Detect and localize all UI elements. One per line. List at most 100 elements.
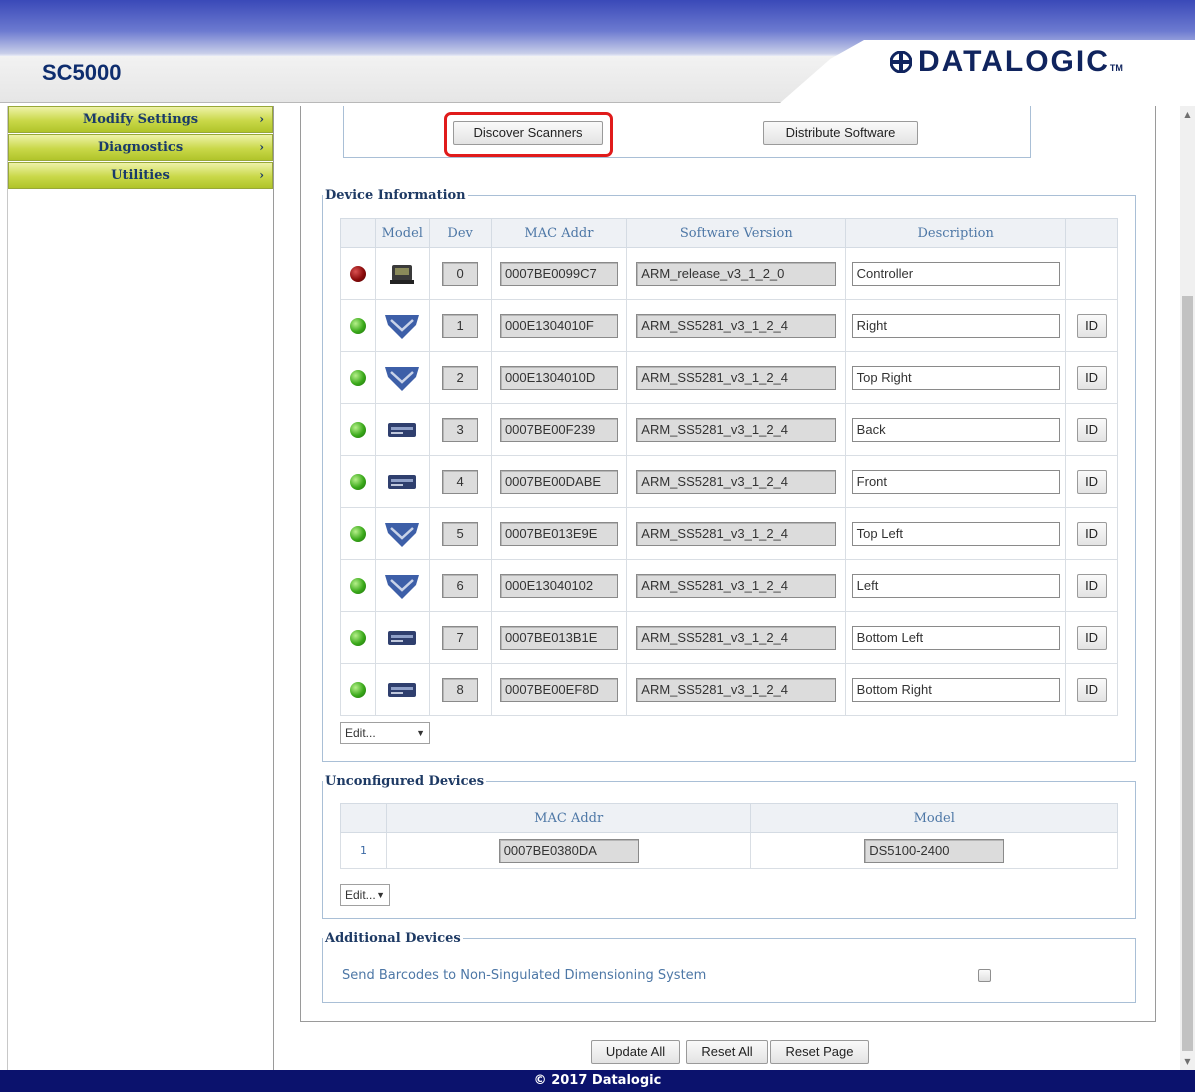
description-input[interactable]: Bottom Right (851, 677, 1060, 702)
col-description: Description (845, 218, 1067, 248)
select-value: Edit... (345, 888, 376, 902)
chevron-right-icon: › (259, 112, 264, 126)
select-value: Edit... (345, 726, 376, 740)
status-indicator-green (349, 369, 366, 386)
reset-all-button[interactable]: Reset All (686, 1040, 768, 1064)
col-id (1065, 218, 1118, 248)
sidebar: Modify Settings › Diagnostics › Utilitie… (7, 106, 274, 1070)
mac-field: 000E13040102 (499, 573, 618, 598)
status-indicator-green (349, 577, 366, 594)
description-input[interactable]: Back (851, 417, 1060, 442)
identify-button[interactable]: ID (1076, 521, 1107, 546)
col-mac: MAC Addr (385, 803, 752, 833)
software-field: ARM_SS5281_v3_1_2_4 (636, 677, 837, 702)
unconfigured-edit-select[interactable]: Edit... ▼ (340, 884, 390, 906)
software-field: ARM_SS5281_v3_1_2_4 (636, 573, 837, 598)
software-field: ARM_SS5281_v3_1_2_4 (636, 313, 837, 338)
send-barcodes-label: Send Barcodes to Non-Singulated Dimensio… (342, 968, 707, 983)
identify-button[interactable]: ID (1076, 365, 1107, 390)
dev-field: 7 (442, 625, 479, 650)
v-scanner-icon (385, 522, 420, 547)
datalogic-mark-icon (890, 51, 912, 73)
table-row: 5 0007BE013E9E ARM_SS5281_v3_1_2_4 Top L… (340, 507, 1118, 560)
dev-field: 3 (442, 417, 479, 442)
sidebar-item-label: Utilities (111, 168, 170, 183)
col-model: Model (374, 218, 430, 248)
brand-logo: DATALOGICTM (890, 45, 1123, 79)
v-scanner-icon (385, 366, 420, 391)
software-field: ARM_SS5281_v3_1_2_4 (636, 625, 837, 650)
description-input[interactable]: Right (851, 313, 1060, 338)
sidebar-item-label: Modify Settings (82, 112, 199, 127)
discover-scanners-button[interactable]: Discover Scanners (453, 121, 603, 145)
status-indicator-green (349, 681, 366, 698)
col-dev: Dev (428, 218, 492, 248)
table-row: 1 0007BE0380DA DS5100-2400 (340, 832, 1118, 869)
identify-button[interactable]: ID (1076, 625, 1107, 650)
chevron-right-icon: › (259, 140, 264, 154)
page-scrollbar[interactable]: ▲ ▼ (1180, 106, 1195, 1070)
box-scanner-icon (388, 422, 417, 437)
dev-field: 2 (442, 365, 479, 390)
description-input[interactable]: Bottom Left (851, 625, 1060, 650)
scroll-up-arrow-icon[interactable]: ▲ (1180, 106, 1195, 123)
section-title: Additional Devices (325, 931, 461, 946)
reset-page-button[interactable]: Reset Page (770, 1040, 869, 1064)
description-input[interactable]: Controller (851, 261, 1060, 286)
dev-field: 1 (442, 313, 479, 338)
distribute-software-button[interactable]: Distribute Software (763, 121, 918, 145)
section-title: Device Information (325, 188, 466, 203)
scroll-thumb[interactable] (1182, 296, 1193, 1051)
table-header-row: MAC Addr Model (340, 803, 1118, 833)
identify-button[interactable]: ID (1076, 313, 1107, 338)
description-input[interactable]: Front (851, 469, 1060, 494)
table-row: 4 0007BE00DABE ARM_SS5281_v3_1_2_4 Front… (340, 455, 1118, 508)
mac-field: 0007BE00DABE (499, 469, 618, 494)
app-title: SC5000 (42, 60, 122, 85)
software-field: ARM_SS5281_v3_1_2_4 (636, 469, 837, 494)
controller-icon (390, 264, 415, 284)
software-field: ARM_SS5281_v3_1_2_4 (636, 521, 837, 546)
dev-field: 6 (442, 573, 479, 598)
additional-devices-section: Additional Devices (322, 931, 1136, 1003)
device-edit-select[interactable]: Edit... ▼ (340, 722, 430, 744)
brand-name: DATALOGIC (918, 45, 1110, 78)
identify-button[interactable]: ID (1076, 677, 1107, 702)
mac-field: 000E1304010F (499, 313, 618, 338)
dev-field: 5 (442, 521, 479, 546)
status-indicator-green (349, 421, 366, 438)
identify-button[interactable]: ID (1076, 417, 1107, 442)
mac-field: 000E1304010D (499, 365, 618, 390)
table-row: 1 000E1304010F ARM_SS5281_v3_1_2_4 Right… (340, 299, 1118, 352)
description-input[interactable]: Top Left (851, 521, 1060, 546)
sidebar-item-modify-settings[interactable]: Modify Settings › (8, 106, 273, 133)
identify-button[interactable]: ID (1076, 573, 1107, 598)
device-table: Model Dev MAC Addr Software Version Desc… (340, 218, 1118, 716)
mac-field: 0007BE00EF8D (499, 677, 618, 702)
col-status (340, 218, 376, 248)
status-indicator-green (349, 473, 366, 490)
col-model: Model (750, 803, 1118, 833)
update-all-button[interactable]: Update All (591, 1040, 680, 1064)
unconfigured-table: MAC Addr Model 1 0007BE0380DA DS5100-240… (340, 803, 1118, 869)
box-scanner-icon (388, 682, 417, 697)
mac-field: 0007BE0380DA (498, 838, 639, 863)
col-software: Software Version (626, 218, 847, 248)
brand-tm: TM (1109, 63, 1123, 73)
send-barcodes-checkbox[interactable] (978, 969, 991, 982)
mac-field: 0007BE013B1E (499, 625, 618, 650)
model-field: DS5100-2400 (864, 838, 1005, 863)
footer: © 2017 Datalogic (0, 1070, 1195, 1092)
col-mac: MAC Addr (490, 218, 628, 248)
section-title: Unconfigured Devices (325, 774, 485, 789)
description-input[interactable]: Left (851, 573, 1060, 598)
box-scanner-icon (388, 474, 417, 489)
table-row: 6 000E13040102 ARM_SS5281_v3_1_2_4 Left … (340, 559, 1118, 612)
sidebar-item-diagnostics[interactable]: Diagnostics › (8, 134, 273, 161)
software-field: ARM_SS5281_v3_1_2_4 (636, 365, 837, 390)
description-input[interactable]: Top Right (851, 365, 1060, 390)
identify-button[interactable]: ID (1076, 469, 1107, 494)
scroll-down-arrow-icon[interactable]: ▼ (1180, 1053, 1195, 1070)
sidebar-item-utilities[interactable]: Utilities › (8, 162, 273, 189)
dropdown-arrow-icon: ▼ (376, 890, 385, 900)
